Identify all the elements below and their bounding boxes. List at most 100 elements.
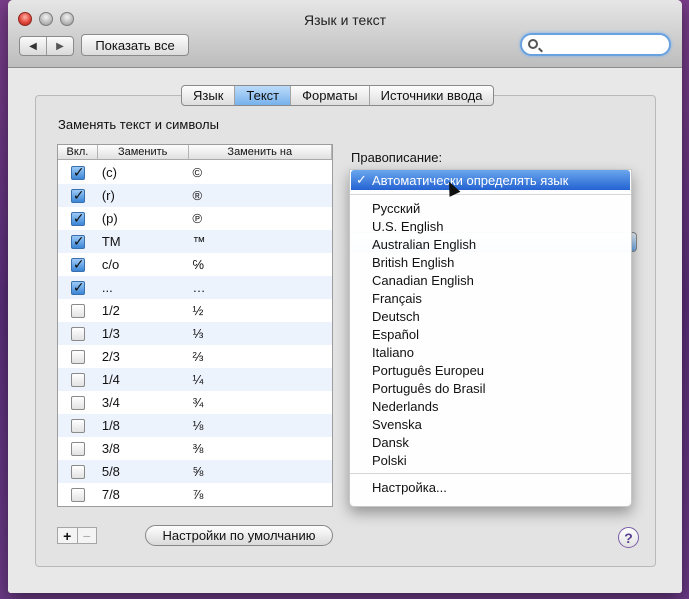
menu-item-language[interactable]: Português do Brasil [350, 379, 631, 397]
spelling-label: Правописание: [351, 150, 443, 165]
menu-item-language[interactable]: Italiano [350, 343, 631, 361]
replace-with-cell[interactable]: ⅛ [189, 418, 332, 433]
tab-input-sources[interactable]: Источники ввода [370, 86, 494, 105]
menu-item-language[interactable]: Dansk [350, 433, 631, 451]
replace-cell[interactable]: (c) [98, 165, 189, 180]
menu-separator [350, 194, 631, 195]
table-row[interactable]: 7/8 ⅞ [58, 483, 332, 506]
replace-with-cell[interactable]: ⅝ [189, 464, 332, 479]
column-header-with[interactable]: Заменить на [189, 145, 332, 159]
row-enabled-checkbox[interactable] [70, 464, 85, 479]
replace-cell[interactable]: 3/8 [98, 441, 189, 456]
tab-formats[interactable]: Форматы [291, 86, 370, 105]
table-row[interactable]: 3/4 ¾ [58, 391, 332, 414]
row-enabled-checkbox[interactable] [70, 326, 85, 341]
replace-with-cell[interactable]: … [189, 280, 332, 295]
table-row[interactable]: c/o℅ [58, 253, 332, 276]
replace-cell[interactable]: 1/4 [98, 372, 189, 387]
replace-with-cell[interactable]: ™ [189, 234, 332, 249]
row-enabled-checkbox[interactable] [70, 279, 85, 296]
replace-with-cell[interactable]: ® [189, 188, 332, 203]
replace-cell[interactable]: TM [98, 234, 189, 249]
table-row[interactable]: TM™ [58, 230, 332, 253]
replace-cell[interactable]: 2/3 [98, 349, 189, 364]
row-enabled-checkbox[interactable] [70, 233, 85, 250]
replace-with-cell[interactable]: © [189, 165, 332, 180]
replace-cell[interactable]: (r) [98, 188, 189, 203]
replace-with-cell[interactable]: ⅜ [189, 441, 332, 456]
row-enabled-cell [58, 279, 98, 296]
row-enabled-checkbox[interactable] [70, 164, 85, 181]
table-row[interactable]: ...… [58, 276, 332, 299]
tab-text[interactable]: Текст [235, 86, 292, 105]
row-enabled-checkbox[interactable] [70, 256, 85, 273]
table-row[interactable]: (r)® [58, 184, 332, 207]
tab-language[interactable]: Язык [182, 86, 236, 105]
menu-item-language[interactable]: Svenska [350, 415, 631, 433]
row-enabled-checkbox[interactable] [70, 349, 85, 364]
replace-cell[interactable]: 7/8 [98, 487, 189, 502]
table-row[interactable]: (p)℗ [58, 207, 332, 230]
column-header-on[interactable]: Вкл. [58, 145, 98, 159]
menu-item-language[interactable]: Polski [350, 451, 631, 469]
menu-item-language[interactable]: Русский [350, 199, 631, 217]
row-enabled-checkbox[interactable] [70, 487, 85, 502]
table-row[interactable]: 1/2 ½ [58, 299, 332, 322]
menu-item-language[interactable]: Español [350, 325, 631, 343]
replace-cell[interactable]: 3/4 [98, 395, 189, 410]
table-row[interactable]: (c)© [58, 161, 332, 184]
replace-with-cell[interactable]: ⅔ [189, 349, 332, 364]
row-enabled-checkbox[interactable] [70, 395, 85, 410]
column-header-replace[interactable]: Заменить [98, 145, 189, 159]
tab-bar: Язык Текст Форматы Источники ввода [181, 85, 495, 106]
row-enabled-cell [58, 349, 98, 364]
show-all-button[interactable]: Показать все [81, 34, 189, 56]
menu-item-language[interactable]: Português Europeu [350, 361, 631, 379]
menu-item-language[interactable]: British English [350, 253, 631, 271]
restore-defaults-button[interactable]: Настройки по умолчанию [145, 525, 333, 546]
row-enabled-cell [58, 164, 98, 181]
table-row[interactable]: 1/8 ⅛ [58, 414, 332, 437]
search-input[interactable] [542, 36, 662, 53]
replace-with-cell[interactable]: ⅞ [189, 487, 332, 502]
row-enabled-checkbox[interactable] [70, 372, 85, 387]
row-enabled-cell [58, 464, 98, 479]
replace-with-cell[interactable]: ℗ [189, 211, 332, 226]
row-enabled-checkbox[interactable] [70, 418, 85, 433]
row-enabled-checkbox[interactable] [70, 441, 85, 456]
menu-item-language[interactable]: Français [350, 289, 631, 307]
replace-cell[interactable]: ... [98, 280, 189, 295]
menu-item-language[interactable]: Canadian English [350, 271, 631, 289]
menu-item-language[interactable]: Australian English [350, 235, 631, 253]
replace-cell[interactable]: 5/8 [98, 464, 189, 479]
replace-with-cell[interactable]: ½ [189, 303, 332, 318]
replace-with-cell[interactable]: ¾ [189, 395, 332, 410]
menu-item-language[interactable]: Deutsch [350, 307, 631, 325]
menu-item-language[interactable]: U.S. English [350, 217, 631, 235]
replace-with-cell[interactable]: ¼ [189, 372, 332, 387]
replace-cell[interactable]: (p) [98, 211, 189, 226]
table-row[interactable]: 5/8 ⅝ [58, 460, 332, 483]
remove-row-button[interactable]: − [78, 528, 97, 544]
row-enabled-checkbox[interactable] [70, 210, 85, 227]
help-button[interactable]: ? [618, 527, 639, 548]
row-enabled-checkbox[interactable] [70, 187, 85, 204]
menu-item-language[interactable]: Nederlands [350, 397, 631, 415]
table-row[interactable]: 1/3 ⅓ [58, 322, 332, 345]
replace-cell[interactable]: 1/2 [98, 303, 189, 318]
table-row[interactable]: 2/3 ⅔ [58, 345, 332, 368]
table-row[interactable]: 3/8 ⅜ [58, 437, 332, 460]
replace-cell[interactable]: 1/8 [98, 418, 189, 433]
replace-with-cell[interactable]: ⅓ [189, 326, 332, 341]
forward-arrow-icon[interactable]: ▶ [47, 37, 73, 55]
menu-item-auto-detect[interactable]: ✓ Автоматически определять язык [351, 170, 630, 190]
menu-separator [350, 473, 631, 474]
replace-with-cell[interactable]: ℅ [189, 257, 332, 272]
replace-cell[interactable]: 1/3 [98, 326, 189, 341]
replace-cell[interactable]: c/o [98, 257, 189, 272]
table-row[interactable]: 1/4 ¼ [58, 368, 332, 391]
row-enabled-checkbox[interactable] [70, 303, 85, 318]
add-row-button[interactable]: + [58, 528, 78, 544]
back-arrow-icon[interactable]: ◀ [20, 37, 47, 55]
menu-item-setup[interactable]: Настройка... [350, 478, 631, 496]
